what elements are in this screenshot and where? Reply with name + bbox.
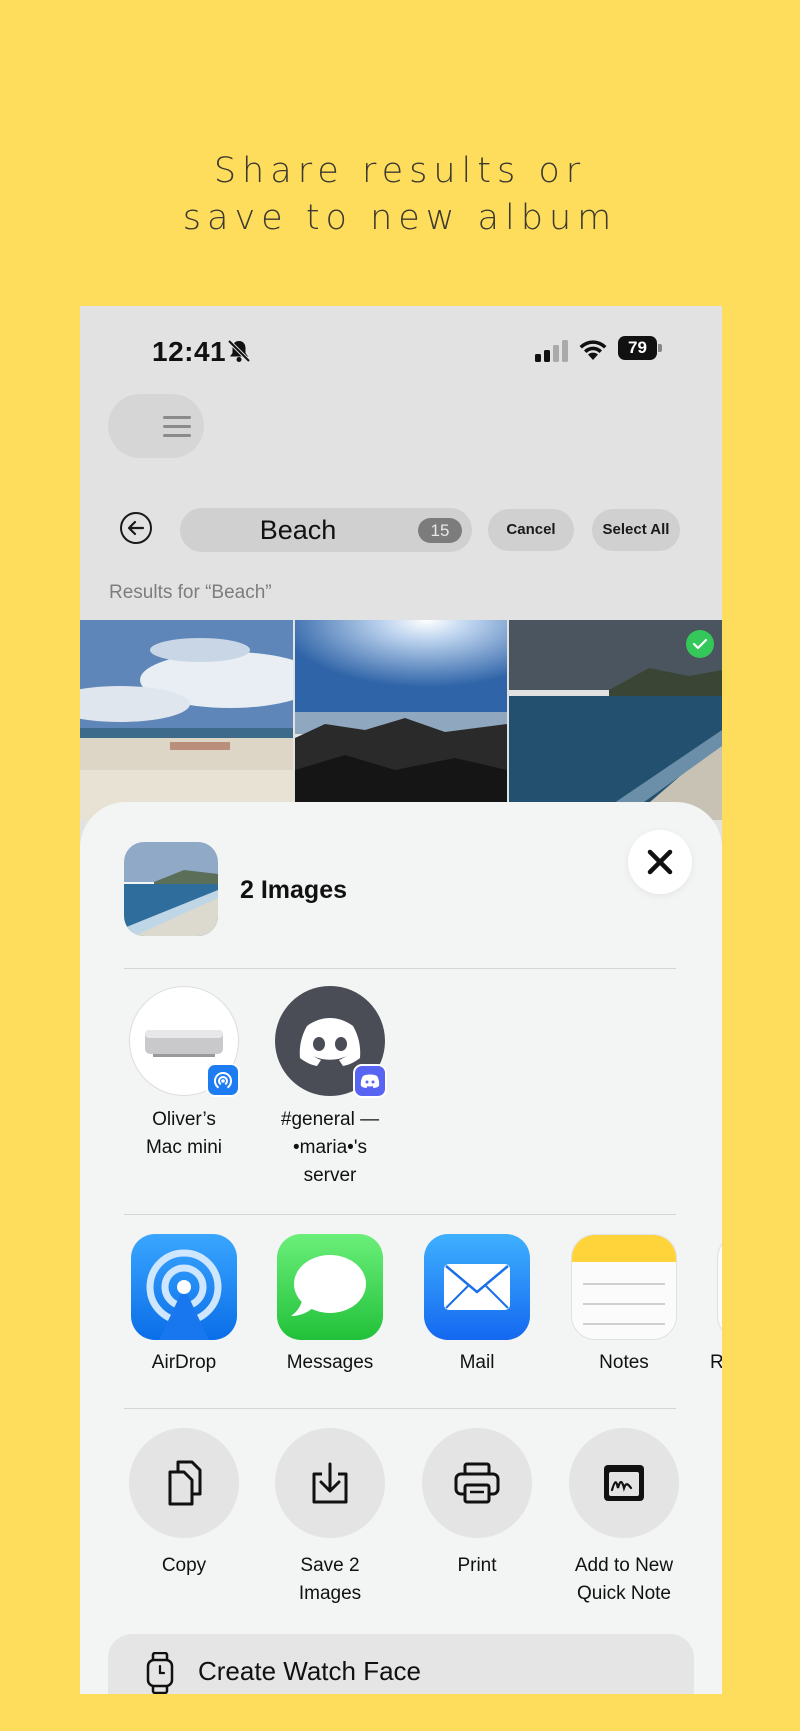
contact-mac-mini[interactable]: Oliver’s Mac mini	[124, 986, 244, 1162]
action-quick-note[interactable]: Add to New Quick Note	[554, 1428, 694, 1608]
search-query: Beach	[259, 515, 337, 545]
headline: Share results or save to new album	[0, 148, 800, 242]
menu-button[interactable]	[108, 394, 204, 458]
divider	[124, 968, 676, 969]
menu-bar-icon	[163, 416, 191, 419]
selected-check-icon	[686, 630, 714, 658]
photo-grid	[80, 620, 722, 820]
phone-screenshot: 12:41 79 Beach 15 Cancel Select All Resu…	[80, 306, 722, 1694]
mail-icon	[424, 1234, 530, 1340]
app-airdrop[interactable]: AirDrop	[124, 1234, 244, 1374]
messages-icon	[277, 1234, 383, 1340]
app-notes[interactable]: Notes	[564, 1234, 684, 1374]
app-label: AirDrop	[151, 1352, 217, 1373]
photo-beach-1[interactable]	[80, 620, 293, 820]
app-messages[interactable]: Messages	[270, 1234, 390, 1374]
action-label-line-1: Copy	[161, 1555, 207, 1576]
contact-name-line-1: #general —	[280, 1109, 380, 1130]
share-sheet: 2 Images Oliver’s Mac mini #general — •m…	[80, 802, 722, 1694]
arrow-left-icon	[127, 520, 145, 536]
status-time: 12:41	[152, 336, 227, 367]
contact-name-line-2: •maria•'s	[293, 1137, 367, 1158]
copy-icon	[168, 1460, 202, 1506]
battery-level: 79	[628, 338, 647, 357]
close-button[interactable]	[628, 830, 692, 894]
search-field[interactable]: Beach 15	[180, 508, 472, 552]
photo-beach-3[interactable]	[509, 620, 722, 820]
action-save-images[interactable]: Save 2 Images	[260, 1428, 400, 1608]
action-label-line-2: Quick Note	[577, 1583, 671, 1604]
headline-line-2: save to new album	[182, 198, 618, 238]
discord-avatar	[275, 986, 387, 1098]
status-bar: 12:41 79	[80, 306, 722, 394]
silent-bell-icon	[227, 339, 251, 363]
divider	[124, 1408, 676, 1409]
divider	[124, 1214, 676, 1215]
close-icon	[647, 849, 673, 875]
back-arrow-icon[interactable]	[120, 512, 152, 544]
action-label-line-1: Print	[457, 1555, 497, 1576]
battery-icon: 79	[618, 336, 662, 360]
notes-icon	[571, 1234, 677, 1340]
printer-icon	[454, 1462, 500, 1504]
result-count-badge: 15	[418, 518, 462, 543]
contact-name-line-3: server	[303, 1165, 357, 1186]
app-label: Notes	[599, 1352, 649, 1373]
app-partial[interactable]: R	[710, 1234, 722, 1374]
app-mail[interactable]: Mail	[417, 1234, 537, 1374]
action-label-line-2: Images	[298, 1583, 362, 1604]
results-label: Results for “Beach”	[109, 582, 272, 603]
action-label-line-1: Add to New	[574, 1555, 674, 1576]
app-label: Mail	[459, 1352, 495, 1373]
share-thumbnail	[124, 842, 218, 936]
cancel-button[interactable]: Cancel	[488, 509, 574, 551]
quick-note-icon	[604, 1465, 644, 1501]
create-watch-face-label: Create Watch Face	[198, 1656, 422, 1686]
wifi-icon	[579, 340, 607, 360]
app-label: R	[710, 1352, 722, 1373]
airdrop-badge-icon	[206, 1063, 240, 1097]
contact-name-line-1: Oliver’s	[152, 1109, 216, 1130]
app-partial-icon	[717, 1234, 722, 1340]
create-watch-face-row[interactable]: Create Watch Face	[108, 1634, 694, 1694]
airdrop-icon	[131, 1234, 237, 1340]
watch-icon	[146, 1652, 174, 1694]
cellular-signal-icon	[535, 340, 568, 362]
action-copy[interactable]: Copy	[114, 1428, 254, 1580]
mac-mini-avatar	[129, 986, 240, 1097]
discord-badge-icon	[353, 1064, 387, 1098]
select-all-button[interactable]: Select All	[592, 509, 680, 551]
app-label: Messages	[286, 1352, 374, 1373]
action-label-line-1: Save 2	[300, 1555, 360, 1576]
save-download-icon	[312, 1462, 348, 1504]
share-title: 2 Images	[240, 876, 348, 904]
photo-beach-2[interactable]	[295, 620, 507, 820]
contact-discord-server[interactable]: #general — •maria•'s server	[270, 986, 390, 1190]
contact-name-line-2: Mac mini	[145, 1137, 222, 1158]
headline-line-1: Share results or	[213, 151, 587, 191]
action-print[interactable]: Print	[407, 1428, 547, 1580]
